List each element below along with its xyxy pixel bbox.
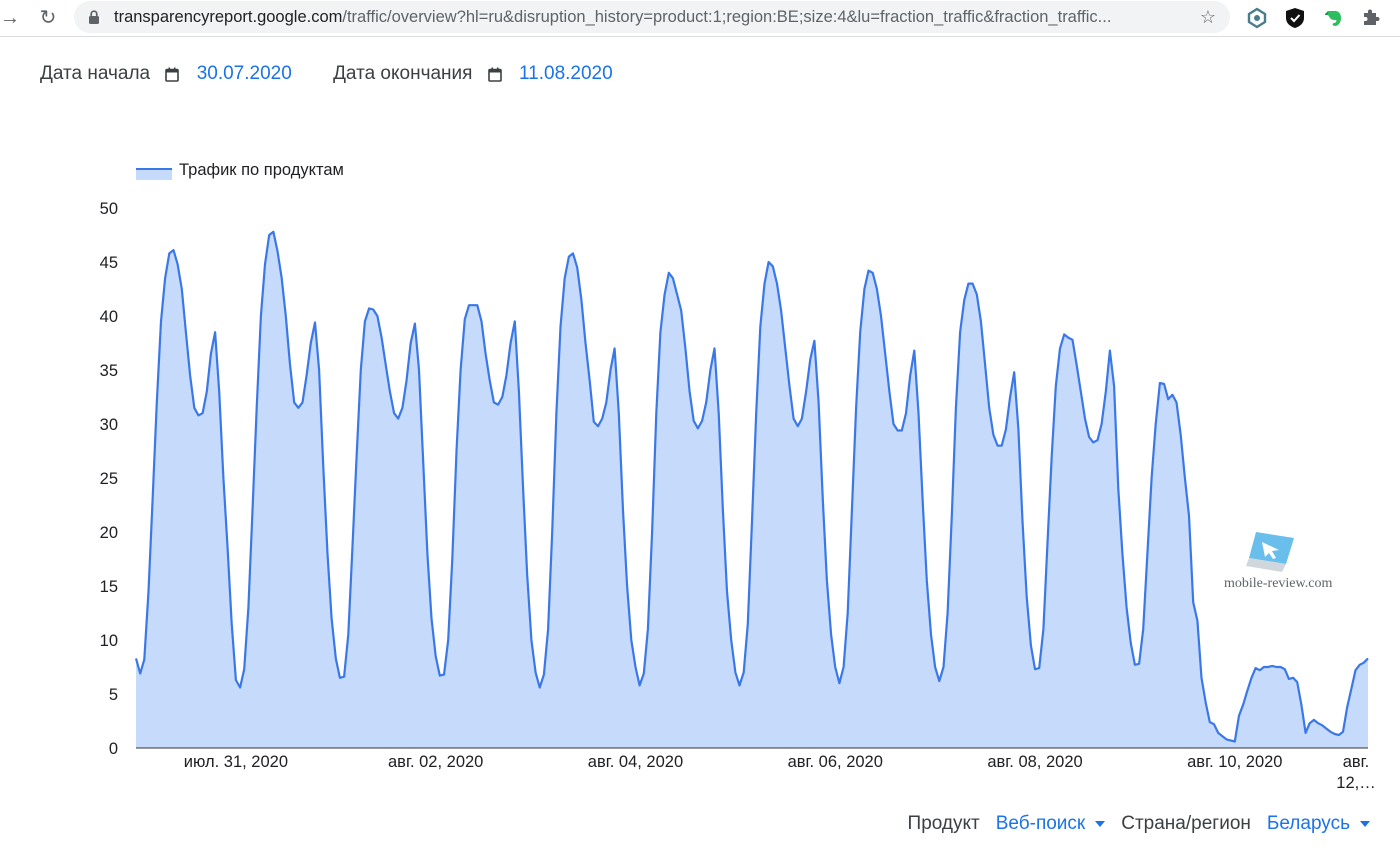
watermark-text: mobile-review.com xyxy=(1224,576,1333,591)
y-tick-label: 10 xyxy=(100,632,118,650)
calendar-icon[interactable] xyxy=(165,67,180,82)
product-dropdown[interactable]: Веб-поиск xyxy=(996,813,1106,834)
y-tick-label: 30 xyxy=(100,416,118,434)
product-label: Продукт xyxy=(907,813,980,834)
browser-toolbar: → ↻ transparencyreport.google.com/traffi… xyxy=(0,0,1400,37)
legend-swatch xyxy=(136,168,172,180)
region-label: Страна/регион xyxy=(1121,813,1251,834)
x-tick-label: авг. 04, 2020 xyxy=(588,753,683,771)
start-date-label: Дата начала xyxy=(40,63,151,84)
lock-icon xyxy=(89,10,99,24)
x-tick-label: авг. 10, 2020 xyxy=(1187,753,1282,771)
address-bar[interactable]: transparencyreport.google.com/traffic/ov… xyxy=(74,1,1230,33)
y-tick-label: 25 xyxy=(100,470,118,488)
x-tick-label: авг. 08, 2020 xyxy=(987,753,1082,771)
product-value: Веб-поиск xyxy=(995,813,1086,834)
dropdown-caret-icon xyxy=(1360,820,1370,827)
start-date-value[interactable]: 30.07.2020 xyxy=(197,63,292,84)
y-axis: 0 5 10 15 20 25 30 35 40 45 50 xyxy=(100,200,118,758)
traffic-chart: 0 5 10 15 20 25 30 35 40 45 50 июл. 31, 2020 авг. 0… xyxy=(100,200,1376,792)
legend-label: Трафик по продуктам xyxy=(179,161,344,179)
traffic-area xyxy=(136,231,1368,749)
url-host: transparencyreport.google.com xyxy=(114,8,343,26)
region-value: Беларусь xyxy=(1266,813,1350,834)
calendar-icon[interactable] xyxy=(487,67,502,82)
forward-icon[interactable]: → xyxy=(0,6,22,30)
extension-shield-icon[interactable] xyxy=(1244,5,1270,31)
dropdown-caret-icon xyxy=(1095,820,1106,827)
evernote-icon[interactable] xyxy=(1320,5,1346,31)
url-text[interactable]: transparencyreport.google.com/traffic/ov… xyxy=(114,7,1194,27)
y-tick-label: 40 xyxy=(100,308,118,326)
x-tick-label: авг. 02, 2020 xyxy=(388,753,483,771)
x-tick-label: июл. 31, 2020 xyxy=(184,753,288,771)
end-date-label: Дата окончания xyxy=(333,63,473,84)
extension-black-shield-icon[interactable] xyxy=(1282,5,1308,31)
date-range: Дата начала 30.07.2020 Дата окончания 11… xyxy=(40,62,613,86)
y-tick-label: 0 xyxy=(109,740,118,758)
region-dropdown[interactable]: Беларусь xyxy=(1267,813,1370,834)
y-tick-label: 45 xyxy=(100,254,118,272)
y-tick-label: 20 xyxy=(100,524,118,542)
reload-icon[interactable]: ↻ xyxy=(36,6,60,30)
x-tick-label: авг. 06, 2020 xyxy=(788,753,883,771)
extensions-puzzle-icon[interactable] xyxy=(1358,5,1384,31)
watermark-logo xyxy=(1246,532,1294,572)
bookmark-star-icon[interactable]: ☆ xyxy=(1200,7,1216,27)
y-tick-label: 50 xyxy=(100,200,118,218)
end-date-value[interactable]: 11.08.2020 xyxy=(519,63,613,84)
x-axis: июл. 31, 2020 авг. 02, 2020 авг. 04, 2020 а… xyxy=(184,753,1376,792)
y-tick-label: 15 xyxy=(100,578,118,596)
url-path: /traffic/overview?hl=ru&disruption_histo… xyxy=(342,8,1112,26)
x-tick-label: авг. 12,… xyxy=(1336,753,1375,792)
y-tick-label: 35 xyxy=(100,362,118,380)
watermark: mobile-review.com xyxy=(1222,528,1332,598)
y-tick-label: 5 xyxy=(109,686,118,704)
filters: Продукт Веб-поиск Страна/регион Беларусь xyxy=(892,812,1370,836)
